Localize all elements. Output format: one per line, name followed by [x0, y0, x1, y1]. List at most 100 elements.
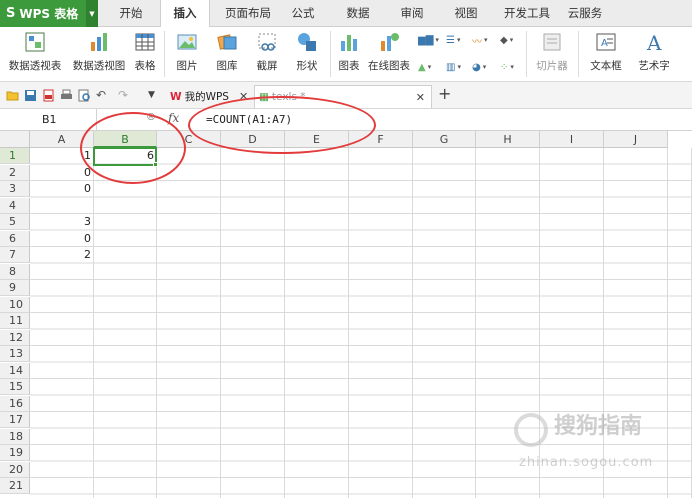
cell-A2[interactable]: 0 — [30, 165, 94, 181]
annotation-circle-b1 — [80, 112, 186, 184]
screenshot-button[interactable]: 截屏 — [248, 29, 286, 81]
gallery-icon — [216, 31, 238, 53]
cell-A3[interactable]: 0 — [30, 181, 94, 197]
row-header-7[interactable]: 7 — [0, 247, 30, 263]
row-header-19[interactable]: 19 — [0, 445, 30, 461]
app-name: WPS 表格 — [19, 7, 79, 21]
watermark-url: zhinan.sogou.com — [519, 455, 654, 470]
scissors-icon — [256, 31, 278, 53]
row-header-14[interactable]: 14 — [0, 362, 30, 379]
column-header-G[interactable]: G — [413, 131, 476, 148]
tab-developer[interactable]: 开发工具 — [500, 0, 554, 27]
slicer-label: 切片器 — [536, 60, 568, 72]
watermark-logo-icon — [514, 413, 548, 447]
row-header-13[interactable]: 13 — [0, 346, 30, 362]
row-header-6[interactable]: 6 — [0, 230, 30, 247]
row-header-15[interactable]: 15 — [0, 379, 30, 395]
export-pdf-icon[interactable] — [42, 89, 55, 102]
cell-A5[interactable]: 3 — [30, 214, 94, 230]
shapes-button[interactable]: 形状 — [288, 29, 326, 81]
chart-button[interactable]: 图表 — [336, 29, 362, 81]
row-header-9[interactable]: 9 — [0, 280, 30, 296]
pivot-table-icon — [24, 31, 46, 53]
close-icon[interactable]: ✕ — [416, 91, 425, 104]
svg-text:A: A — [646, 31, 662, 53]
menu-bar: S WPS 表格 ▼ 开始 插入 页面布局 公式 数据 审阅 视图 开发工具 云… — [0, 0, 692, 28]
pie-chart-menu[interactable]: ◕ ▾ — [472, 60, 502, 74]
row-header-11[interactable]: 11 — [0, 313, 30, 329]
row-header-5[interactable]: 5 — [0, 214, 30, 230]
textbox-label: 文本框 — [590, 60, 622, 72]
pivot-table-button[interactable]: 数据透视表 — [6, 29, 64, 81]
table-button[interactable]: 表格 — [132, 29, 158, 81]
table-label: 表格 — [134, 60, 156, 72]
tab-home[interactable]: 开始 — [112, 0, 150, 27]
picture-button[interactable]: 图片 — [170, 29, 204, 81]
row-header-4[interactable]: 4 — [0, 197, 30, 214]
tab-review[interactable]: 审阅 — [394, 0, 430, 27]
pivot-chart-button[interactable]: 数据透视图 — [70, 29, 128, 81]
print-icon[interactable] — [60, 89, 73, 102]
save-icon[interactable] — [24, 89, 37, 102]
tab-page-layout[interactable]: 页面布局 — [218, 0, 278, 27]
cell-A7[interactable]: 2 — [30, 247, 94, 263]
tab-view[interactable]: 视图 — [448, 0, 484, 27]
tab-data[interactable]: 数据 — [338, 0, 378, 27]
cell-A6[interactable]: 0 — [30, 231, 94, 247]
ribbon-divider — [330, 31, 331, 77]
online-chart-button[interactable]: 在线图表 — [366, 29, 412, 81]
stock-chart-menu[interactable]: ▲ ▾ — [418, 60, 448, 74]
row-header-10[interactable]: 10 — [0, 296, 30, 313]
select-all-corner[interactable] — [0, 131, 30, 148]
row-header-2[interactable]: 2 — [0, 164, 30, 181]
row-header-8[interactable]: 8 — [0, 263, 30, 280]
tab-insert[interactable]: 插入 — [160, 0, 210, 28]
gallery-button[interactable]: 图库 — [210, 29, 244, 81]
picture-label: 图片 — [176, 60, 198, 72]
picture-icon — [176, 31, 198, 53]
redo-icon[interactable]: ↷ — [118, 89, 131, 102]
row-header-17[interactable]: 17 — [0, 412, 30, 428]
textbox-button[interactable]: A 文本框 — [584, 29, 628, 81]
column-header-I[interactable]: I — [540, 131, 604, 148]
screenshot-label: 截屏 — [256, 60, 278, 72]
slicer-button[interactable]: 切片器 — [532, 29, 572, 81]
app-menu-button[interactable]: S WPS 表格 ▼ — [0, 0, 98, 27]
row-header-21[interactable]: 21 — [0, 478, 30, 494]
slicer-icon — [541, 31, 563, 53]
ribbon-divider — [164, 31, 165, 77]
worksheet-grid[interactable]: ABCDEFGHIJ 1 2 3 4 5 6 7 8 9 10 11 12 13 14 15 16 17 18 19… — [0, 131, 692, 498]
column-header-J[interactable]: J — [604, 131, 668, 148]
tab-formulas[interactable]: 公式 — [286, 0, 320, 27]
column-header-H[interactable]: H — [476, 131, 540, 148]
row-header-16[interactable]: 16 — [0, 395, 30, 412]
row-header-1[interactable]: 1 — [0, 148, 30, 164]
shapes-label: 形状 — [296, 60, 318, 72]
row-header-18[interactable]: 18 — [0, 428, 30, 445]
table-icon — [134, 31, 156, 53]
column-chart-menu[interactable]: ▆▇ ▾ — [418, 33, 448, 47]
wordart-label: 艺术字 — [638, 60, 670, 72]
print-preview-icon[interactable] — [78, 89, 91, 102]
pivot-chart-icon — [88, 31, 110, 53]
svg-text:A: A — [601, 38, 608, 49]
wps-w-icon: W — [170, 90, 182, 103]
new-tab-plus-icon[interactable]: + — [438, 86, 451, 102]
wordart-button[interactable]: A 艺术字 — [634, 29, 674, 81]
row-header-20[interactable]: 20 — [0, 461, 30, 478]
chevron-down-icon[interactable]: ▼ — [86, 0, 98, 27]
customize-toolbar-chevron-icon[interactable]: ▼ — [148, 89, 161, 102]
row-header-3[interactable]: 3 — [0, 181, 30, 197]
open-folder-icon[interactable] — [6, 89, 19, 102]
annotation-circle-formula — [188, 96, 376, 154]
name-box[interactable]: B1 — [0, 109, 97, 130]
tab-cloud[interactable]: 云服务 — [564, 0, 606, 27]
undo-icon[interactable]: ↶ — [96, 89, 109, 102]
row-header-12[interactable]: 12 — [0, 329, 30, 346]
wordart-icon: A — [643, 31, 665, 55]
line-chart-menu[interactable]: 〰 ▾ — [472, 33, 502, 48]
gallery-label: 图库 — [216, 60, 238, 72]
ribbon-divider — [526, 31, 527, 77]
ribbon-divider — [578, 31, 579, 77]
watermark-text: 搜狗指南 — [554, 414, 643, 439]
